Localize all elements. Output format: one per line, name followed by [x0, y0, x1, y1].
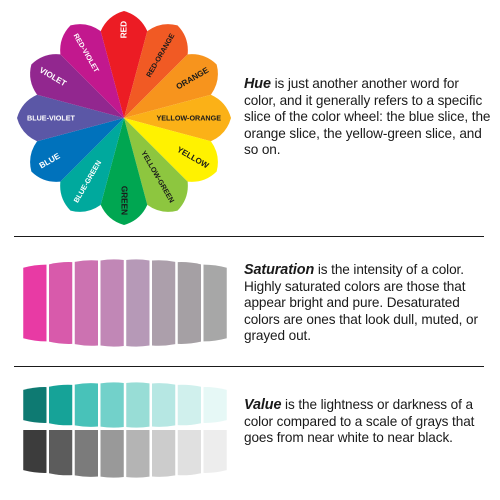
value-color-swatch-4 — [100, 382, 124, 428]
value-color-swatch-3 — [74, 383, 98, 427]
color-wheel: REDRED-ORANGEORANGEYELLOW-ORANGEYELLOWYE… — [17, 11, 231, 225]
saturation-swatch-8 — [203, 264, 227, 342]
value-panel: Value is the lightness or darkness of a … — [0, 366, 500, 500]
wheel-label-green: GREEN — [120, 186, 129, 215]
value-color-swatch-2 — [49, 384, 73, 426]
saturation-swatch-1 — [23, 264, 47, 342]
saturation-swatch-5 — [126, 259, 150, 347]
value-gray-swatch-7 — [177, 430, 201, 476]
divider-1 — [14, 236, 484, 237]
value-gray-swatch-3 — [74, 430, 98, 477]
saturation-swatch-3 — [74, 260, 98, 346]
hue-panel: RED RED-ORANGE ORANGE YELLOW-ORANGE YELLOW YE… — [0, 0, 500, 236]
saturation-swatch-4 — [100, 259, 124, 347]
wheel-label-blue-violet: BLUE-VIOLET — [27, 114, 76, 123]
value-description: Value is the lightness or darkness of a … — [244, 397, 494, 447]
saturation-swatch-6 — [152, 260, 176, 346]
value-gray-swatch-1 — [23, 430, 47, 473]
value-scale — [23, 382, 227, 478]
saturation-swatch-2 — [49, 262, 73, 344]
value-gray-swatch-6 — [152, 430, 176, 477]
saturation-scale — [23, 259, 227, 347]
value-color-swatch-7 — [177, 384, 201, 426]
hue-description: Hue is just another another word for col… — [244, 76, 494, 159]
value-color-swatch-5 — [126, 382, 150, 428]
saturation-swatch-7 — [177, 262, 201, 344]
value-gray-swatch-5 — [126, 430, 150, 478]
value-term: Value — [244, 397, 282, 413]
value-color-swatch-6 — [152, 383, 176, 427]
wheel-label-red: RED — [120, 21, 129, 38]
value-color-swatch-1 — [23, 387, 47, 423]
value-gray-swatch-4 — [100, 430, 124, 478]
value-gray-swatch-2 — [49, 430, 73, 476]
value-gray-swatch-8 — [203, 430, 227, 473]
saturation-term: Saturation — [244, 262, 315, 278]
hue-text: is just another another word for color, … — [244, 76, 491, 158]
value-color-swatch-8 — [203, 387, 227, 423]
wheel-label-yellow-orange: YELLOW-ORANGE — [156, 114, 221, 123]
saturation-panel: Saturation is the intensity of a color. … — [0, 238, 500, 364]
saturation-description: Saturation is the intensity of a color. … — [244, 262, 494, 345]
hue-term: Hue — [244, 76, 271, 92]
